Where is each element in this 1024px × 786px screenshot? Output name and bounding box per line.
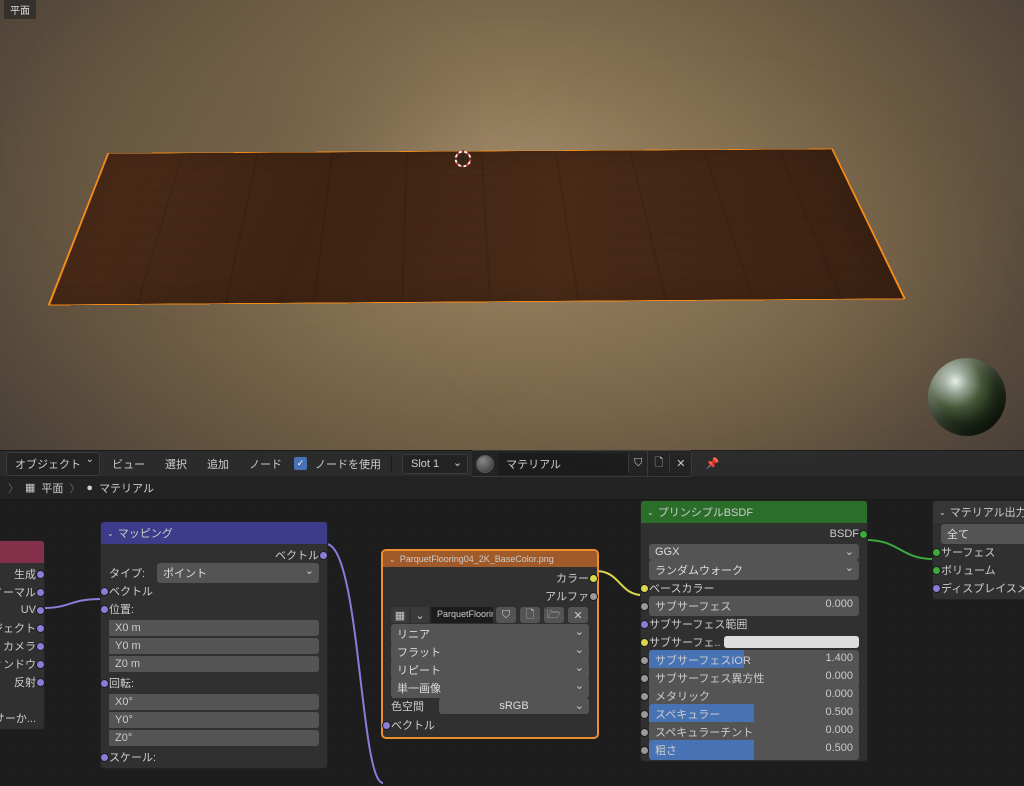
source-dropdown[interactable]: 単一画像 (391, 678, 589, 698)
color-swatch[interactable] (724, 636, 859, 648)
mesh-icon: ▦ (25, 481, 35, 494)
chevron-down-icon[interactable]: ⌄ (389, 555, 396, 564)
3d-cursor-icon (452, 148, 474, 170)
node-image-texture[interactable]: ⌄ParquetFlooring04_2K_BaseColor.png カラー … (382, 550, 598, 738)
fake-user-button[interactable]: ⛉ (628, 454, 647, 473)
socket-location[interactable] (100, 605, 109, 614)
socket-vector-out[interactable] (319, 551, 328, 560)
socket-scale[interactable] (100, 753, 109, 762)
socket-bsdf-out[interactable] (859, 530, 868, 539)
node-title: ParquetFlooring04_2K_BaseColor.png (400, 554, 554, 564)
unlink-material-button[interactable]: ✕ (669, 454, 691, 473)
extension-dropdown[interactable]: リピート (391, 660, 589, 680)
location-x[interactable]: X0 m (109, 620, 319, 636)
image-name-field[interactable]: ParquetFlooring0... (431, 607, 493, 623)
socket-volume[interactable] (932, 566, 941, 575)
location-y[interactable]: Y0 m (109, 638, 319, 654)
material-preview-sphere (928, 358, 1006, 436)
socket-generated[interactable] (36, 570, 45, 579)
node-editor[interactable]: ⌄座標 生成 ノーマル UV ジェクト カメラ ィンドウ 反射 ✎ サーか...… (0, 500, 1024, 786)
socket-input[interactable] (640, 728, 649, 737)
value-slider[interactable]: メタリック0.000 (649, 686, 859, 706)
socket-alpha-out[interactable] (589, 592, 598, 601)
socket-input[interactable] (640, 746, 649, 755)
location-z[interactable]: Z0 m (109, 656, 319, 672)
socket-surface[interactable] (932, 548, 941, 557)
projection-dropdown[interactable]: フラット (391, 642, 589, 662)
socket-uv[interactable] (36, 606, 45, 615)
socket-displacement[interactable] (932, 584, 941, 593)
interpolation-dropdown[interactable]: リニア (391, 624, 589, 644)
material-selector[interactable]: マテリアル ⛉ 🗋 ✕ (472, 450, 692, 477)
socket-window[interactable] (36, 660, 45, 669)
socket-object[interactable] (36, 624, 45, 633)
chevron-down-icon[interactable]: ⌄ (107, 529, 114, 538)
output-target-dropdown[interactable]: 全て (941, 524, 1024, 544)
node-title: マテリアル出力 (950, 504, 1024, 520)
value-slider[interactable]: 粗さ0.500 (649, 740, 859, 760)
crumb-object[interactable]: 平面 (41, 480, 63, 496)
value-slider[interactable]: サブサーフェス0.000 (649, 596, 859, 616)
viewport-3d[interactable]: 平面 (0, 0, 1024, 450)
node-mapping[interactable]: ⌄マッピング ベクトル タイプ:ポイント ベクトル 位置: X0 m Y0 m … (100, 521, 328, 769)
breadcrumb: 〉 ▦ 平面 〉 ● マテリアル (0, 476, 1024, 500)
socket-camera[interactable] (36, 642, 45, 651)
socket-input[interactable] (640, 602, 649, 611)
open-image-button[interactable]: 🗁 (544, 607, 564, 623)
socket-input[interactable] (640, 584, 649, 593)
node-title: マッピング (118, 525, 173, 541)
distribution-dropdown[interactable]: GGX (649, 544, 859, 560)
socket-input[interactable] (640, 656, 649, 665)
use-nodes-label: ノードを使用 (315, 456, 381, 472)
rotation-x[interactable]: X0° (109, 694, 319, 710)
socket-input[interactable] (640, 710, 649, 719)
value-slider[interactable]: スペキュラーチント0.000 (649, 722, 859, 742)
node-title: プリンシプルBSDF (658, 504, 753, 520)
fake-user-icon[interactable]: ⛉ (496, 607, 516, 623)
image-thumb-icon[interactable]: ▦ (391, 607, 409, 623)
node-principled-bsdf[interactable]: ⌄プリンシプルBSDF BSDF GGX ランダムウォーク ベースカラーサブサー… (640, 500, 868, 762)
pin-button[interactable]: 📌 (700, 454, 724, 473)
colorspace-dropdown[interactable]: sRGB (439, 698, 589, 714)
material-crumb-icon: ● (86, 482, 93, 494)
socket-normal[interactable] (36, 588, 45, 597)
sss-method-dropdown[interactable]: ランダムウォーク (649, 560, 859, 580)
material-slot-dropdown[interactable]: Slot 1 (402, 454, 468, 474)
socket-input[interactable] (640, 692, 649, 701)
socket-vector-in[interactable] (382, 721, 391, 730)
mapping-type-dropdown[interactable]: ポイント (157, 563, 319, 583)
chevron-down-icon[interactable]: ⌄ (939, 508, 946, 517)
socket-input[interactable] (640, 620, 649, 629)
rotation-z[interactable]: Z0° (109, 730, 319, 746)
socket-color-out[interactable] (589, 574, 598, 583)
socket-input[interactable] (640, 638, 649, 647)
use-nodes-checkbox[interactable]: ✓ (294, 457, 307, 470)
mode-dropdown[interactable]: オブジェクト (6, 452, 100, 476)
menu-add[interactable]: 追加 (199, 453, 237, 475)
plane-object[interactable] (48, 149, 906, 306)
material-name-field[interactable]: マテリアル (498, 453, 628, 475)
new-image-button[interactable]: 🗋 (520, 607, 540, 623)
socket-reflection[interactable] (36, 678, 45, 687)
value-slider[interactable]: スペキュラー0.500 (649, 704, 859, 724)
menu-node[interactable]: ノード (241, 453, 290, 475)
node-texture-coordinate[interactable]: ⌄座標 生成 ノーマル UV ジェクト カメラ ィンドウ 反射 ✎ サーか... (0, 540, 45, 730)
new-material-button[interactable]: 🗋 (647, 451, 669, 476)
image-browse-button[interactable]: ⌄ (411, 607, 429, 623)
object-label: 平面 (4, 0, 36, 19)
unlink-image-button[interactable]: ✕ (568, 607, 588, 623)
chevron-down-icon[interactable]: ⌄ (647, 508, 654, 517)
socket-input[interactable] (640, 674, 649, 683)
crumb-material[interactable]: マテリアル (99, 480, 154, 496)
node-material-output[interactable]: ⌄マテリアル出力 全て サーフェス ボリューム ディスプレイスメント (932, 500, 1024, 600)
material-icon (476, 455, 494, 473)
menu-select[interactable]: 選択 (157, 453, 195, 475)
socket-rotation[interactable] (100, 679, 109, 688)
socket-vector-in[interactable] (100, 587, 109, 596)
value-slider[interactable]: サブサーフェスIOR1.400 (649, 650, 859, 670)
value-slider[interactable]: サブサーフェス異方性0.000 (649, 668, 859, 688)
node-editor-header: オブジェクト ビュー 選択 追加 ノード ✓ ノードを使用 Slot 1 マテリ… (0, 450, 1024, 476)
menu-view[interactable]: ビュー (104, 453, 153, 475)
rotation-y[interactable]: Y0° (109, 712, 319, 728)
